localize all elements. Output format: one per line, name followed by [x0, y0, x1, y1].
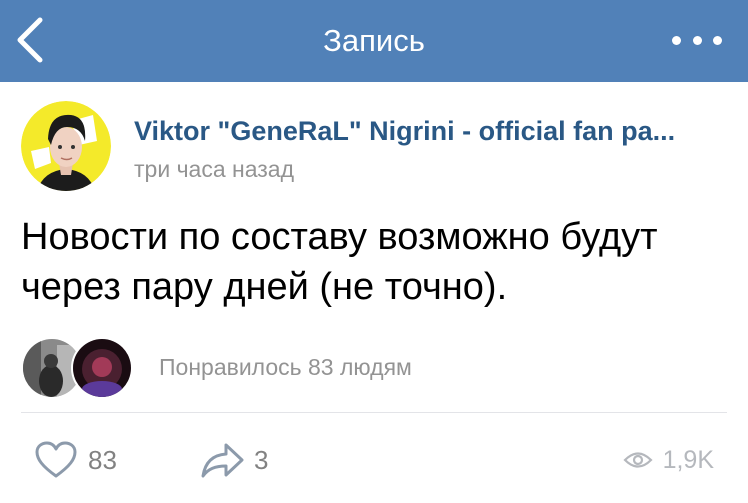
author-avatar[interactable] — [21, 101, 111, 191]
navigation-bar: Запись — [0, 0, 748, 82]
liker-avatar — [71, 337, 133, 399]
share-arrow-icon — [201, 443, 244, 478]
share-button[interactable]: 3 — [200, 436, 268, 484]
dot-icon — [692, 35, 702, 45]
author-name-link[interactable]: Viktor "GeneRaL" Nigrini - official fan … — [134, 114, 734, 148]
eye-icon — [623, 452, 653, 468]
author-avatar-image — [21, 101, 111, 191]
post-timestamp: три часа назад — [134, 156, 295, 182]
views-counter: 1,9K — [623, 436, 714, 484]
dot-icon — [672, 35, 681, 45]
views-count: 1,9K — [662, 445, 714, 474]
dot-icon — [713, 35, 722, 45]
likers-avatars[interactable] — [21, 337, 141, 399]
likes-summary[interactable]: Понравилось 83 людям — [159, 352, 412, 382]
reposts-count: 3 — [254, 444, 269, 475]
like-button[interactable]: 83 — [34, 436, 117, 484]
heart-icon — [35, 441, 77, 478]
likes-count: 83 — [88, 444, 117, 475]
page-title: Запись — [323, 23, 425, 58]
post-text: Новости по составу возможно будут через … — [21, 216, 658, 308]
divider — [21, 412, 727, 413]
more-options-icon[interactable] — [672, 22, 722, 58]
